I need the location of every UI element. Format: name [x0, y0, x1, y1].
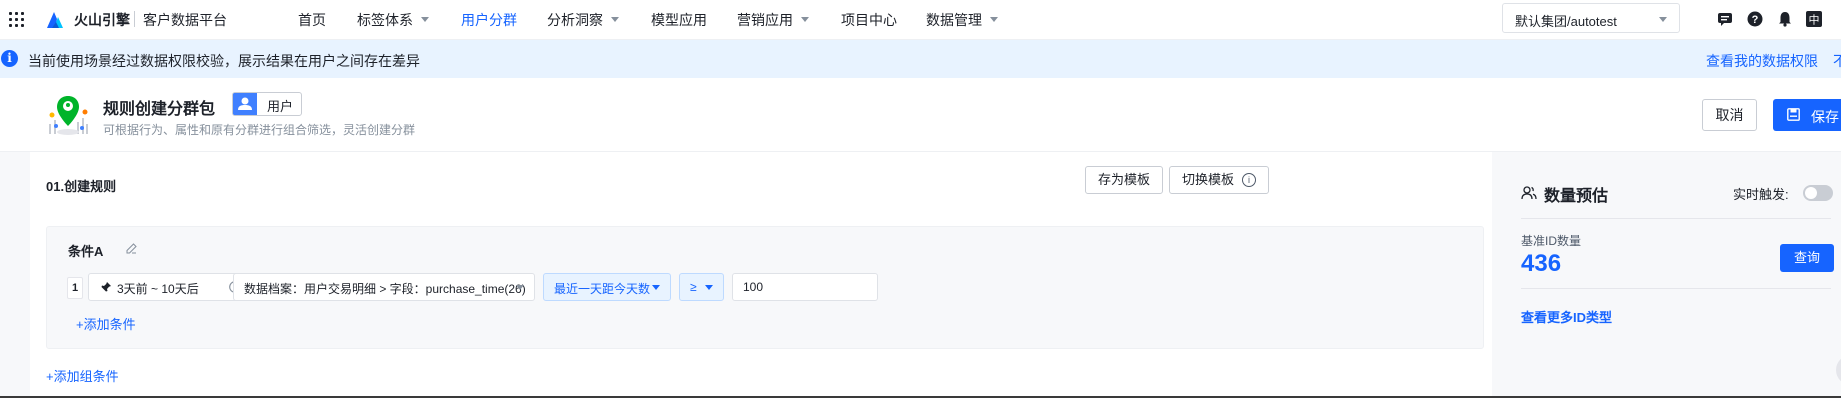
base-id-count: 436 — [1521, 250, 1562, 277]
nav-models[interactable]: 模型应用 — [651, 10, 707, 30]
content-area: 01.创建规则 存为模板 切换模板 i 条件A 1 3天前 ~ 10天后 数据档… — [0, 152, 1841, 398]
user-icon — [233, 93, 257, 115]
estimate-panel: 数量预估 实时触发: 基准ID数量 436 查询 查看更多ID类型 — [1502, 165, 1841, 366]
value-input[interactable]: 100 — [732, 273, 878, 301]
switch-template-label: 切换模板 — [1182, 172, 1235, 187]
nav-home[interactable]: 首页 — [298, 10, 326, 30]
entity-label: 用户 — [267, 99, 294, 114]
nav-segments[interactable]: 用户分群 — [461, 10, 517, 30]
divider — [1521, 218, 1831, 219]
save-template-button[interactable]: 存为模板 — [1085, 166, 1164, 194]
chevron-down-icon — [705, 285, 713, 290]
info-icon: i — [1, 50, 18, 67]
message-icon[interactable] — [1717, 11, 1733, 27]
nav-data[interactable]: 数据管理 — [926, 10, 998, 30]
notice-more-link[interactable]: 不 — [1833, 51, 1841, 71]
switch-template-button[interactable]: 切换模板 i — [1169, 166, 1270, 194]
metric-select[interactable]: 最近一天距今天数 — [543, 273, 671, 301]
source-field-select[interactable]: 数据档案：用户交易明细 > 字段：purchase_time(26) — [233, 273, 535, 301]
cancel-button[interactable]: 取消 — [1702, 99, 1757, 131]
view-permissions-link[interactable]: 查看我的数据权限 — [1706, 51, 1818, 71]
brand-divider — [134, 11, 135, 27]
entity-badge: 用户 — [232, 92, 302, 116]
app-grid-icon[interactable] — [9, 12, 24, 27]
pin-icon — [101, 282, 111, 292]
metric-value: 最近一天距今天数 — [554, 282, 651, 296]
operator-value: ≥ — [690, 280, 697, 294]
org-select-value: 默认集团/autotest — [1515, 14, 1617, 29]
save-label: 保存 — [1811, 109, 1839, 125]
page-header: 规则创建分群包 用户 可根据行为、属性和原有分群进行组合筛选，灵活创建分群 取消… — [0, 78, 1841, 152]
realtime-label: 实时触发: — [1733, 187, 1789, 202]
add-group-button[interactable]: +添加组条件 — [46, 366, 119, 385]
language-icon[interactable]: 中 — [1806, 11, 1822, 27]
source-field-value: 数据档案：用户交易明细 > 字段：purchase_time(26) — [244, 282, 526, 296]
chevron-down-icon — [611, 16, 619, 22]
org-select[interactable]: 默认集团/autotest — [1502, 3, 1680, 33]
toggle-knob — [1805, 187, 1817, 199]
brand-name[interactable]: 火山引擎 — [74, 10, 130, 30]
save-button[interactable]: 保存 — [1773, 99, 1841, 131]
edit-icon[interactable] — [126, 243, 137, 254]
condition-group-title: 条件A — [68, 244, 104, 259]
segment-illustration-icon — [49, 96, 88, 135]
condition-index: 1 — [67, 277, 83, 299]
operator-select[interactable]: ≥ — [679, 273, 724, 301]
chevron-down-icon — [1659, 17, 1667, 22]
help-icon[interactable]: ? — [1747, 11, 1763, 27]
query-button[interactable]: 查询 — [1780, 244, 1834, 272]
rule-editor: 01.创建规则 存为模板 切换模板 i 条件A 1 3天前 ~ 10天后 数据档… — [30, 152, 1492, 398]
chevron-down-icon — [990, 16, 998, 22]
nav-projects[interactable]: 项目中心 — [841, 10, 897, 30]
chevron-down-icon — [801, 16, 809, 22]
value-input-text: 100 — [743, 280, 764, 294]
time-range-value: 3天前 ~ 10天后 — [117, 282, 199, 296]
nav-marketing[interactable]: 营销应用 — [737, 10, 809, 30]
realtime-toggle[interactable] — [1803, 185, 1833, 201]
top-navbar: 火山引擎 客户数据平台 首页 标签体系 用户分群 分析洞察 模型应用 营销应用 … — [0, 0, 1841, 40]
bell-icon[interactable] — [1777, 11, 1793, 27]
data-permission-notice: i 当前使用场景经过数据权限校验，展示结果在用户之间存在差异 查看我的数据权限 … — [0, 40, 1841, 78]
nav-insights[interactable]: 分析洞察 — [547, 10, 619, 30]
add-condition-button[interactable]: +添加条件 — [76, 314, 136, 333]
info-circle-icon[interactable]: i — [1242, 172, 1257, 187]
chevron-down-icon — [652, 285, 660, 290]
volcengine-logo-icon — [47, 12, 63, 28]
save-icon — [1787, 108, 1800, 121]
nav-tags[interactable]: 标签体系 — [357, 10, 429, 30]
divider — [1521, 288, 1831, 289]
chevron-down-icon — [516, 285, 524, 290]
time-range-picker[interactable]: 3天前 ~ 10天后 — [88, 273, 254, 301]
chevron-down-icon — [421, 16, 429, 22]
svg-text:中: 中 — [1809, 14, 1820, 27]
product-name: 客户数据平台 — [143, 12, 227, 28]
page-subtitle: 可根据行为、属性和原有分群进行组合筛选，灵活创建分群 — [103, 123, 416, 137]
svg-text:?: ? — [1752, 14, 1759, 26]
users-icon — [1521, 186, 1537, 200]
section-title: 01.创建规则 — [46, 179, 117, 194]
estimate-title: 数量预估 — [1544, 188, 1609, 205]
more-id-types-link[interactable]: 查看更多ID类型 — [1521, 307, 1612, 326]
base-id-label: 基准ID数量 — [1521, 234, 1582, 248]
notice-text: 当前使用场景经过数据权限校验，展示结果在用户之间存在差异 — [28, 53, 420, 69]
page-title: 规则创建分群包 — [103, 101, 216, 118]
condition-group: 条件A 1 3天前 ~ 10天后 数据档案：用户交易明细 > 字段：purcha… — [46, 226, 1484, 349]
